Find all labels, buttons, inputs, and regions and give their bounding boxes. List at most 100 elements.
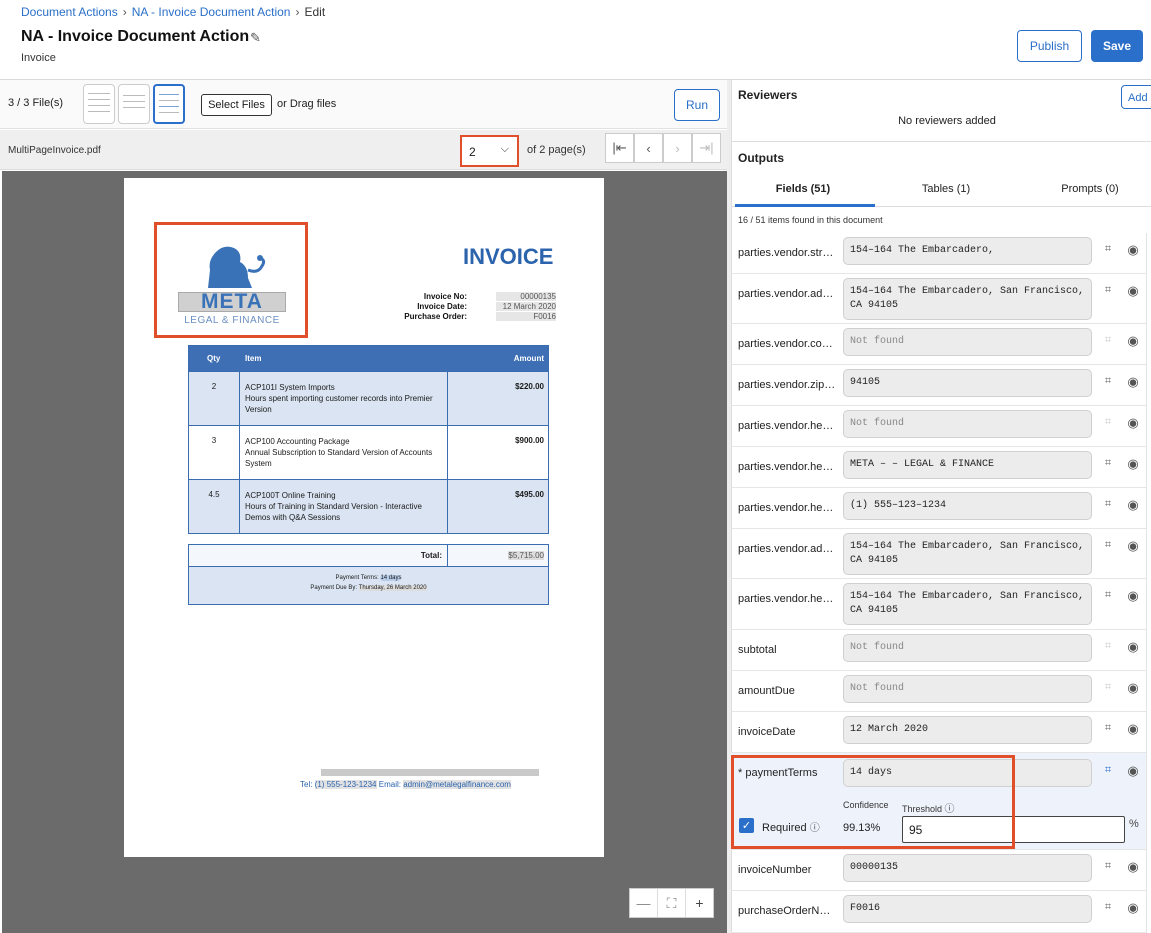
field-value[interactable]: Not found (843, 328, 1092, 356)
field-value[interactable]: 12 March 2020 (843, 716, 1092, 744)
list-item[interactable]: subtotal Not found ⌗ ◉ (731, 630, 1146, 671)
file-thumbnail[interactable] (118, 84, 150, 124)
page-select-value: 2 (469, 145, 476, 159)
select-files-button[interactable]: Select Files (201, 94, 272, 116)
list-item[interactable]: invoiceDate 12 March 2020 ⌗ ◉ (731, 712, 1146, 753)
field-value[interactable]: META – – LEGAL & FINANCE (843, 451, 1092, 479)
eye-icon[interactable]: ◉ (1125, 680, 1141, 695)
scan-icon[interactable]: ⌗ (1101, 860, 1115, 874)
list-item[interactable]: parties.vendor.he… (1) 555–123–1234 ⌗ ◉ (731, 488, 1146, 529)
scan-icon[interactable]: ⌗ (1101, 901, 1115, 915)
field-value[interactable]: Not found (843, 675, 1092, 703)
scan-icon[interactable]: ⌗ (1101, 375, 1115, 389)
invoice-title: INVOICE (463, 244, 554, 269)
field-value[interactable]: 94105 (843, 369, 1092, 397)
scan-icon[interactable]: ⌗ (1101, 640, 1115, 654)
page-select[interactable]: 2 ⌵ (460, 135, 519, 167)
payment-terms-highlight-box (731, 755, 1015, 849)
eye-icon[interactable]: ◉ (1125, 721, 1141, 736)
file-thumbnail[interactable] (83, 84, 115, 124)
row-qty: 3 (211, 436, 217, 445)
field-value[interactable]: 154–164 The Embarcadero, San Francisco, … (843, 583, 1092, 625)
eye-icon[interactable]: ◉ (1125, 763, 1141, 778)
publish-button[interactable]: Publish (1017, 30, 1082, 62)
eye-icon[interactable]: ◉ (1125, 333, 1141, 348)
invoice-no-value: 00000135 (496, 292, 556, 301)
eye-icon[interactable]: ◉ (1125, 415, 1141, 430)
add-reviewer-button[interactable]: Add (1121, 85, 1151, 109)
scan-icon[interactable]: ⌗ (1101, 764, 1115, 778)
field-value[interactable]: Not found (843, 634, 1092, 662)
row-qty: 2 (211, 382, 217, 391)
section-divider (731, 141, 1151, 142)
scan-icon[interactable]: ⌗ (1101, 539, 1115, 553)
field-value[interactable]: 00000135 (843, 854, 1092, 882)
eye-icon[interactable]: ◉ (1125, 538, 1141, 553)
tab-tables[interactable]: Tables (1) (886, 183, 1006, 195)
field-value[interactable]: 154–164 The Embarcadero, (843, 237, 1092, 265)
pencil-icon[interactable]: ✎ (250, 30, 261, 46)
list-item[interactable]: invoiceNumber 00000135 ⌗ ◉ (731, 850, 1146, 891)
tab-fields[interactable]: Fields (51) (743, 183, 863, 195)
eye-icon[interactable]: ◉ (1125, 497, 1141, 512)
breadcrumb-document-actions[interactable]: Document Actions (21, 5, 118, 19)
eye-icon[interactable]: ◉ (1125, 639, 1141, 654)
scan-icon[interactable]: ⌗ (1101, 243, 1115, 257)
row-amount: $900.00 (515, 436, 544, 445)
first-page-button[interactable]: |⇤ (605, 133, 634, 163)
field-name: parties.vendor.ad… (738, 543, 834, 555)
table-row: 4.5 ACP100T Online Training Hours of Trai… (189, 479, 548, 533)
list-item[interactable]: parties.vendor.he… 154–164 The Embarcade… (731, 579, 1146, 630)
save-button[interactable]: Save (1091, 30, 1143, 62)
chevron-down-icon: ⌵ (500, 143, 509, 155)
tel-label: Tel: (300, 780, 313, 789)
field-name: parties.vendor.he… (738, 420, 834, 432)
field-value[interactable]: (1) 555–123–1234 (843, 492, 1092, 520)
fit-screen-button[interactable]: ⛶ (658, 889, 686, 917)
eye-icon[interactable]: ◉ (1125, 859, 1141, 874)
scan-icon[interactable]: ⌗ (1101, 589, 1115, 603)
list-item[interactable]: parties.vendor.he… META – – LEGAL & FINA… (731, 447, 1146, 488)
eye-icon[interactable]: ◉ (1125, 242, 1141, 257)
run-button[interactable]: Run (674, 89, 720, 121)
scan-icon[interactable]: ⌗ (1101, 457, 1115, 471)
field-value[interactable]: Not found (843, 410, 1092, 438)
file-thumbnail-selected[interactable] (153, 84, 185, 124)
list-item[interactable]: parties.vendor.he… Not found ⌗ ◉ (731, 406, 1146, 447)
list-item[interactable]: parties.vendor.ad… 154–164 The Embarcade… (731, 529, 1146, 579)
eye-icon[interactable]: ◉ (1125, 900, 1141, 915)
field-value[interactable]: 154–164 The Embarcadero, San Francisco, … (843, 278, 1092, 320)
list-item[interactable]: purchaseOrderN… F0016 ⌗ ◉ (731, 891, 1146, 933)
list-item[interactable]: parties.vendor.str… 154–164 The Embarcad… (731, 233, 1146, 274)
scan-icon[interactable]: ⌗ (1101, 284, 1115, 298)
list-item[interactable]: parties.vendor.ad… 154–164 The Embarcade… (731, 274, 1146, 324)
eye-icon[interactable]: ◉ (1125, 456, 1141, 471)
list-item[interactable]: amountDue Not found ⌗ ◉ (731, 671, 1146, 712)
next-page-button[interactable]: › (663, 133, 692, 163)
list-item[interactable]: parties.vendor.co… Not found ⌗ ◉ (731, 324, 1146, 365)
field-name: invoiceNumber (738, 864, 812, 876)
breadcrumb-invoice-action[interactable]: NA - Invoice Document Action (132, 5, 291, 19)
scan-icon[interactable]: ⌗ (1101, 681, 1115, 695)
list-item[interactable]: parties.vendor.zip… 94105 ⌗ ◉ (731, 365, 1146, 406)
scan-icon[interactable]: ⌗ (1101, 722, 1115, 736)
drag-files-label: or Drag files (277, 98, 337, 110)
prev-page-button[interactable]: ‹ (634, 133, 663, 163)
table-row: 2 ACP101I System Imports Hours spent impo… (189, 371, 548, 425)
eye-icon[interactable]: ◉ (1125, 588, 1141, 603)
tab-prompts[interactable]: Prompts (0) (1030, 183, 1150, 195)
scan-icon[interactable]: ⌗ (1101, 498, 1115, 512)
field-name: invoiceDate (738, 726, 796, 738)
eye-icon[interactable]: ◉ (1125, 374, 1141, 389)
zoom-in-button[interactable]: + (686, 889, 713, 917)
row-item-title: ACP100T Online Training (245, 491, 336, 500)
field-value[interactable]: F0016 (843, 895, 1092, 923)
scan-icon[interactable]: ⌗ (1101, 334, 1115, 348)
scan-icon[interactable]: ⌗ (1101, 416, 1115, 430)
payment-terms-value: 14 days (380, 575, 402, 581)
field-value[interactable]: 154–164 The Embarcadero, San Francisco, … (843, 533, 1092, 575)
zoom-out-button[interactable]: — (630, 889, 658, 917)
field-name: parties.vendor.ad… (738, 288, 834, 300)
last-page-button[interactable]: ⇥| (692, 133, 721, 163)
eye-icon[interactable]: ◉ (1125, 283, 1141, 298)
